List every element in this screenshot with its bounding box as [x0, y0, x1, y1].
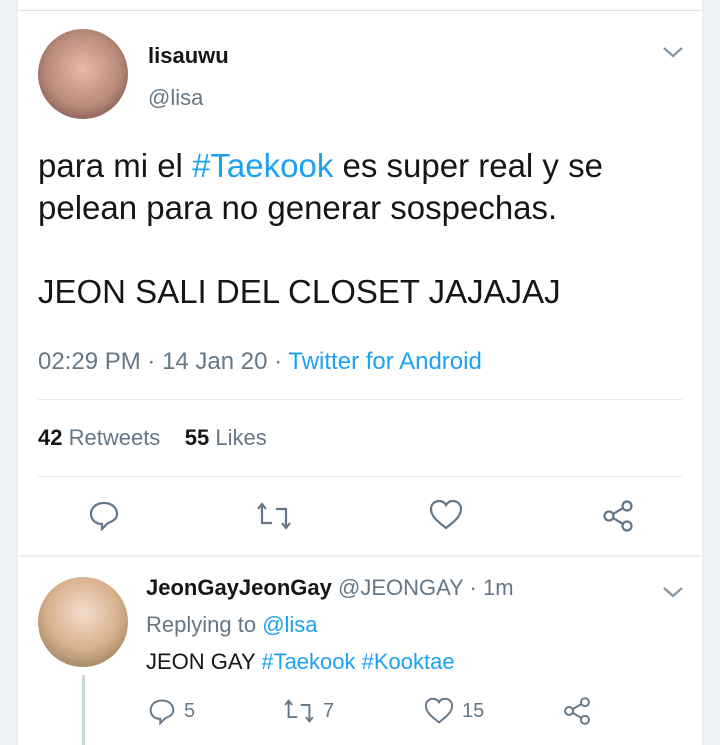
retweets-label: Retweets — [62, 425, 161, 450]
reply-button[interactable] — [88, 499, 120, 531]
user-handle[interactable]: @JEONGAY · 1m — [332, 575, 514, 600]
avatar[interactable] — [38, 29, 128, 119]
retweet-icon — [257, 502, 291, 530]
tweet-stats: 42 Retweets 55 Likes — [38, 425, 267, 451]
reply-header: JeonGayJeonGay @JEONGAY · 1m — [146, 575, 514, 601]
heart-icon — [429, 499, 463, 530]
reply-count: 5 — [184, 699, 196, 722]
retweet-count: 7 — [323, 699, 335, 722]
thread-line — [82, 675, 85, 745]
likes-count: 55 — [184, 425, 210, 450]
previous-tweet-edge — [18, 0, 702, 11]
tweet-text-part: para mi el — [38, 147, 193, 184]
display-name[interactable]: JeonGayJeonGay — [146, 575, 332, 600]
like-button[interactable] — [429, 499, 463, 531]
reply-tweet: JeonGayJeonGay @JEONGAY · 1m Replying to… — [18, 557, 702, 745]
share-icon — [564, 697, 590, 725]
tweet-text: JEON GAY #Taekook #Kooktae — [146, 649, 455, 675]
likes-label: Likes — [209, 425, 267, 450]
hashtag-link[interactable]: #Taekook — [192, 147, 333, 184]
main-tweet: lisauwu @lisa para mi el #Taekook es sup… — [18, 11, 702, 555]
divider — [38, 476, 682, 477]
separator: · — [267, 348, 289, 375]
heart-icon — [424, 697, 454, 724]
divider — [38, 399, 682, 400]
replying-label: Replying to — [146, 612, 263, 637]
chevron-down-icon[interactable] — [662, 39, 684, 65]
like-count: 15 — [462, 699, 485, 722]
share-icon — [603, 500, 633, 532]
tweet-text: para mi el #Taekook es super real y se p… — [38, 145, 688, 313]
retweets-stat[interactable]: 42 Retweets — [38, 425, 160, 450]
separator: · — [140, 348, 163, 375]
comment-icon — [89, 501, 119, 531]
tweet-text-line: JEON SALI DEL CLOSET JAJAJAJ — [38, 273, 561, 310]
share-button[interactable] — [601, 499, 635, 533]
retweet-button[interactable]: 7 — [283, 698, 334, 724]
like-button[interactable]: 15 — [424, 697, 484, 725]
user-handle[interactable]: @lisa — [148, 85, 203, 111]
reply-button[interactable]: 5 — [148, 697, 195, 725]
tweet-meta: 02:29 PM · 14 Jan 20 · Twitter for Andro… — [38, 348, 482, 376]
chevron-down-icon[interactable] — [662, 579, 684, 605]
tweet-text-part: JEON GAY — [146, 649, 262, 674]
retweet-icon — [284, 699, 314, 723]
retweets-count: 42 — [38, 425, 63, 450]
likes-stat[interactable]: 55 Likes — [185, 425, 267, 450]
hashtag-link[interactable]: #Taekook — [261, 649, 355, 674]
tweet-date: 14 Jan 20 — [162, 348, 268, 375]
tweet-time: 02:29 PM — [38, 348, 141, 375]
avatar[interactable] — [38, 577, 128, 667]
mention-link[interactable]: @lisa — [262, 612, 317, 637]
replying-to: Replying to @lisa — [146, 612, 318, 638]
display-name[interactable]: lisauwu — [148, 43, 229, 69]
comment-icon — [149, 699, 175, 725]
hashtag-link[interactable]: #Kooktae — [362, 649, 455, 674]
share-button[interactable] — [562, 696, 592, 726]
retweet-button[interactable] — [256, 501, 292, 531]
tweet-source-link[interactable]: Twitter for Android — [288, 348, 481, 375]
